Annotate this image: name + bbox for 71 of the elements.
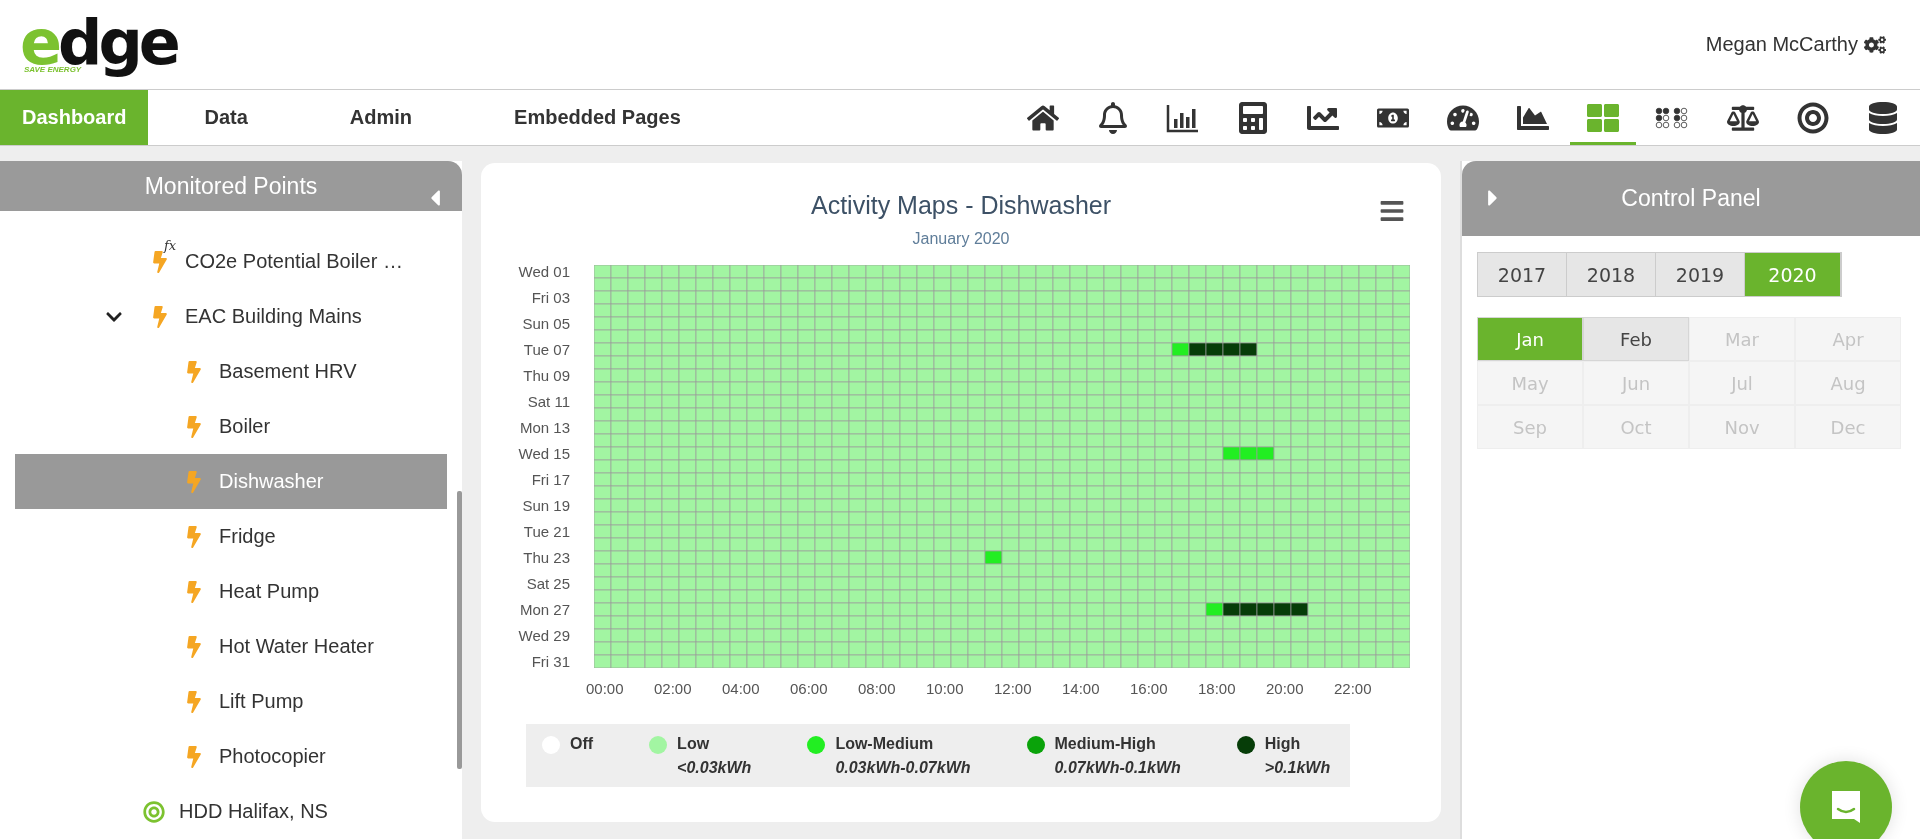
day-label: Tue 07 (523, 343, 570, 356)
tree-item[interactable]: EAC Building Mains (15, 289, 447, 344)
calculator-icon (1237, 101, 1269, 134)
day-label: Wed 29 (518, 629, 570, 642)
day-label: Thu 23 (523, 551, 570, 564)
nav-tab[interactable]: Embedded Pages (492, 90, 703, 145)
legend-label: Medium-High (1054, 735, 1157, 753)
legend-label: Low-Medium (835, 735, 935, 753)
day-label: Fri 03 (531, 291, 570, 304)
hour-label: 08:00 (858, 680, 896, 697)
hour-label: 00:00 (586, 680, 624, 697)
hour-label: 14:00 (1062, 680, 1100, 697)
edge-logo: edge SAVE ENERGY (20, 14, 177, 75)
hour-label: 10:00 (926, 680, 964, 697)
chart-subtitle: January 2020 (912, 230, 1010, 248)
scrollbar[interactable] (457, 491, 462, 769)
day-label: Fri 31 (531, 655, 570, 668)
hour-label: 12:00 (994, 680, 1032, 697)
formula-label: fx (164, 238, 177, 253)
day-label: Sat 25 (526, 577, 570, 590)
tree-item[interactable]: fx CO2e Potential Boiler … (15, 234, 447, 289)
panel-title: Monitored Points (144, 172, 318, 200)
grid-icon (1587, 101, 1619, 134)
day-label: Mon 27 (519, 603, 570, 616)
month-button[interactable]: Feb (1583, 317, 1689, 361)
nav-tab[interactable]: Admin (327, 90, 435, 145)
legend-label: High (1264, 735, 1302, 753)
tree-item[interactable]: Fridge (15, 509, 447, 564)
user-name[interactable]: Megan McCarthy (1705, 33, 1858, 56)
target-icon (1797, 101, 1829, 134)
day-label: Thu 09 (523, 369, 570, 382)
hour-label: 04:00 (722, 680, 760, 697)
year-button[interactable]: 2018 (1567, 253, 1656, 296)
hour-label: 02:00 (654, 680, 692, 697)
tree-item[interactable]: Heat Pump (15, 564, 447, 619)
day-label: Fri 17 (531, 473, 570, 486)
tree-item[interactable]: HDD Halifax, NS (15, 784, 447, 839)
year-button[interactable]: 2017 (1478, 253, 1567, 296)
legend-label: Low (677, 735, 711, 753)
hour-label: 18:00 (1198, 680, 1236, 697)
day-label: Mon 13 (519, 421, 570, 434)
year-button[interactable]: 2019 (1656, 253, 1745, 296)
tree-item[interactable]: Boiler (15, 399, 447, 454)
bell-icon (1097, 101, 1129, 134)
tree-item[interactable]: Hot Water Heater (15, 619, 447, 674)
bar-chart-icon (1166, 102, 1200, 133)
day-label: Tue 21 (523, 525, 570, 538)
tree-item[interactable]: Photocopier (15, 729, 447, 784)
legend-range: 0.07kWh-0.1kWh (1054, 759, 1181, 777)
legend-range: <0.03kWh (677, 759, 752, 777)
target-icon (143, 800, 165, 823)
day-label: Wed 01 (518, 265, 570, 278)
nav-tab[interactable]: Data (182, 90, 270, 145)
hour-label: 22:00 (1334, 680, 1372, 697)
legend-range: 0.03kWh-0.07kWh (835, 759, 971, 777)
hour-label: 16:00 (1130, 680, 1168, 697)
legend-label: Off (570, 735, 594, 753)
day-label: Sun 05 (522, 317, 570, 330)
database-icon (1867, 101, 1899, 134)
panel-title: Control Panel (1621, 185, 1761, 212)
day-label: Sun 19 (522, 499, 570, 512)
tree-item[interactable]: Lift Pump (15, 674, 447, 729)
hour-label: 06:00 (790, 680, 828, 697)
tree-item[interactable]: Basement HRV (15, 344, 447, 399)
chart-title: Activity Maps - Dishwasher (810, 191, 1112, 220)
hour-label: 20:00 (1266, 680, 1304, 697)
settings-icon[interactable] (1864, 33, 1886, 56)
day-label: Wed 15 (518, 447, 570, 460)
day-label: Sat 11 (527, 395, 570, 408)
legend-range: >0.1kWh (1264, 759, 1331, 777)
menu-button[interactable] (1379, 198, 1405, 224)
